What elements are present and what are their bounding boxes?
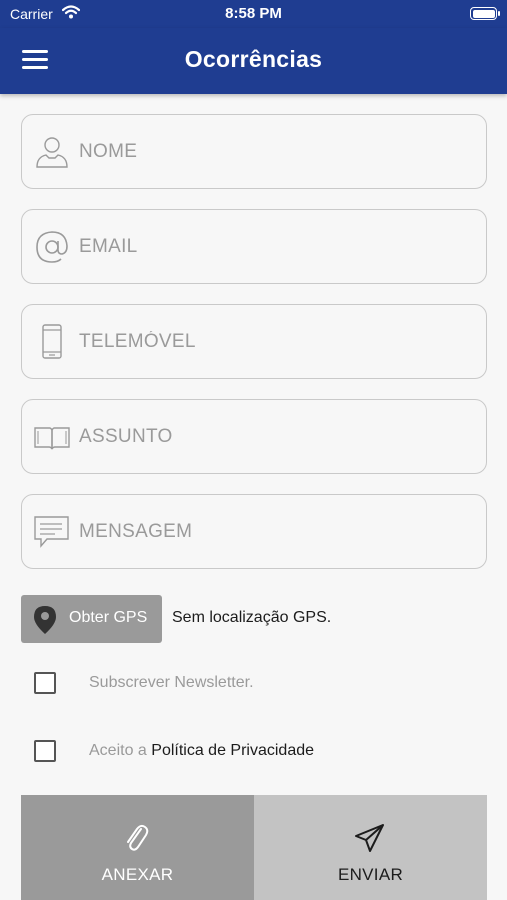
send-plane-icon	[355, 824, 384, 852]
attach-label: ANEXAR	[101, 865, 174, 884]
privacy-label: Aceito a Política de Privacidade	[89, 742, 314, 760]
book-icon	[34, 427, 70, 450]
paperclip-icon	[127, 824, 149, 851]
privacy-checkbox[interactable]	[34, 740, 56, 762]
newsletter-checkbox[interactable]	[34, 672, 56, 694]
newsletter-label: Subscrever Newsletter.	[89, 674, 254, 691]
name-input[interactable]	[79, 139, 469, 165]
gps-status-text: Sem localização GPS.	[172, 609, 332, 626]
name-field-box	[21, 114, 487, 189]
get-gps-button[interactable]: Obter GPS	[21, 595, 162, 643]
attach-button[interactable]: ANEXAR	[21, 795, 254, 900]
action-bar: ANEXAR ENVIAR	[21, 795, 487, 900]
at-icon	[36, 231, 68, 263]
nav-bar: Ocorrências	[0, 28, 507, 94]
get-gps-label: Obter GPS	[69, 609, 148, 626]
message-input[interactable]	[79, 519, 469, 545]
message-field-box	[21, 494, 487, 569]
send-button[interactable]: ENVIAR	[254, 795, 487, 900]
clock: 8:58 PM	[225, 5, 282, 22]
user-icon	[36, 137, 68, 168]
email-field-box	[21, 209, 487, 284]
subject-field-box	[21, 399, 487, 474]
status-bar: Carrier 8:58 PM	[0, 0, 507, 28]
subject-input[interactable]	[79, 424, 469, 450]
message-icon	[34, 516, 69, 548]
privacy-prefix: Aceito a	[89, 742, 152, 759]
battery-icon	[470, 7, 500, 20]
send-label: ENVIAR	[337, 865, 404, 884]
phone-input[interactable]	[79, 329, 469, 355]
location-pin-icon	[34, 606, 56, 634]
page-title: Ocorrências	[184, 46, 323, 72]
privacy-policy-link[interactable]: Política de Privacidade	[151, 742, 314, 759]
phone-field-box	[21, 304, 487, 379]
phone-icon	[42, 324, 62, 359]
email-input[interactable]	[79, 234, 469, 260]
